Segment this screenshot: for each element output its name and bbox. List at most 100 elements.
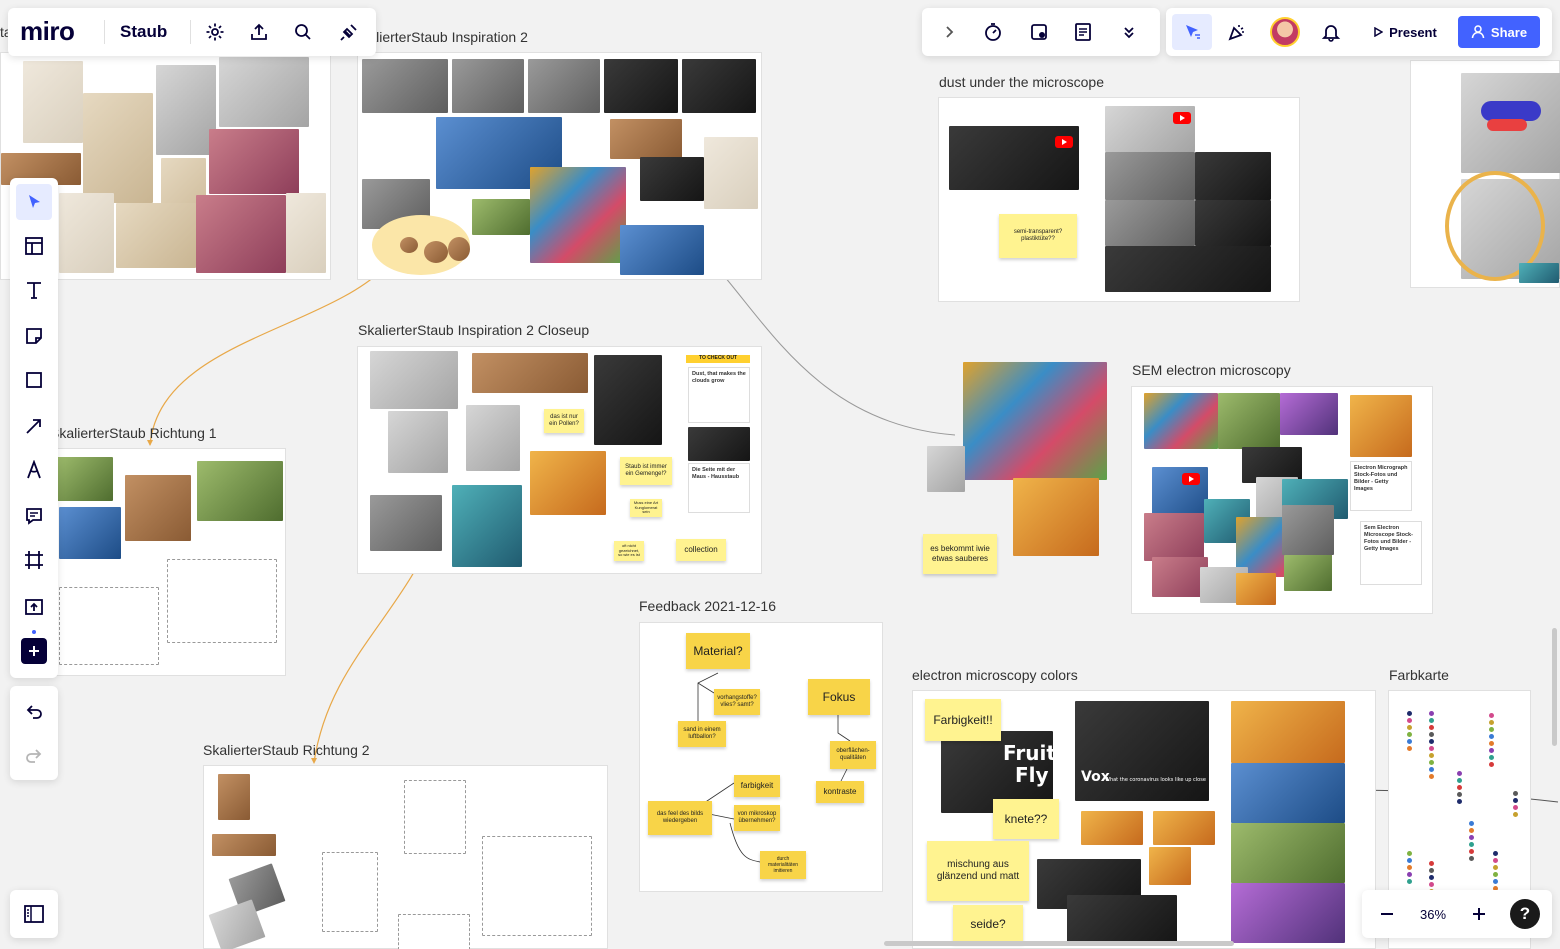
sticky-note[interactable]: knete??	[993, 799, 1059, 839]
reactions-button[interactable]	[1222, 17, 1252, 47]
color-swatch-dot[interactable]	[1407, 865, 1412, 870]
pen-tool[interactable]	[16, 452, 52, 488]
image[interactable]	[927, 446, 965, 492]
frame-closeup[interactable]: das ist nur ein Pollen? Staub ist immer …	[357, 346, 762, 574]
notes-button[interactable]	[1068, 17, 1098, 47]
video-thumbnail[interactable]	[949, 126, 1079, 190]
image[interactable]	[604, 59, 678, 113]
image[interactable]	[1013, 478, 1099, 556]
sticky-note[interactable]: oft nicht gezeichnet, so wie es ist	[614, 541, 644, 561]
frame-title[interactable]: dust under the microscope	[939, 74, 1104, 90]
search-button[interactable]	[288, 17, 318, 47]
color-swatch-dot[interactable]	[1429, 882, 1434, 887]
color-swatch-dot[interactable]	[1407, 858, 1412, 863]
sticky-note[interactable]: kontraste	[816, 781, 864, 803]
image[interactable]	[452, 485, 522, 567]
color-swatch-dot[interactable]	[1457, 771, 1462, 776]
image[interactable]	[1231, 701, 1345, 763]
image[interactable]	[688, 427, 750, 461]
image[interactable]	[156, 65, 216, 155]
color-swatch-dot[interactable]	[1407, 739, 1412, 744]
image[interactable]	[218, 774, 250, 820]
color-swatch-dot[interactable]	[1457, 778, 1462, 783]
user-avatar[interactable]	[1270, 17, 1300, 47]
color-swatch-dot[interactable]	[1469, 835, 1474, 840]
frame-title[interactable]: Feedback 2021-12-16	[639, 598, 776, 614]
sticky-note[interactable]: farbigkeit	[734, 775, 780, 797]
color-swatch-dot[interactable]	[1407, 879, 1412, 884]
color-swatch-dot[interactable]	[1429, 875, 1434, 880]
image[interactable]	[219, 57, 309, 127]
color-swatch-dot[interactable]	[1489, 720, 1494, 725]
shape[interactable]	[1487, 119, 1527, 131]
color-swatch-dot[interactable]	[1469, 842, 1474, 847]
image[interactable]	[1152, 467, 1208, 519]
color-swatch-dot[interactable]	[1407, 746, 1412, 751]
sticky-note[interactable]: Muss eine Art Kunglomerat sein	[630, 499, 662, 517]
color-swatch-dot[interactable]	[1489, 762, 1494, 767]
color-swatch-dot[interactable]	[1493, 872, 1498, 877]
frame-title[interactable]: SkalierterStaub Inspiration 2 Closeup	[358, 322, 589, 338]
connection-line-tool[interactable]	[16, 408, 52, 444]
color-swatch-dot[interactable]	[1469, 821, 1474, 826]
image[interactable]	[209, 129, 299, 194]
horizontal-scrollbar[interactable]	[884, 941, 1234, 946]
image[interactable]	[362, 59, 448, 113]
document-card[interactable]: Dust, that makes the clouds grow	[688, 367, 750, 423]
sticky-note[interactable]: mischung aus glänzend und matt	[927, 841, 1029, 901]
sticky-note[interactable]: seide?	[953, 905, 1023, 943]
sticky-note[interactable]: das feel des bilds wiedergeben	[648, 801, 712, 835]
sticky-note[interactable]: Staub ist immer ein Gemenge!?	[620, 457, 672, 485]
color-swatch-dot[interactable]	[1407, 732, 1412, 737]
select-tool[interactable]	[16, 184, 52, 220]
image[interactable]	[1105, 106, 1195, 152]
image[interactable]	[1231, 823, 1345, 883]
comment-tool[interactable]	[16, 498, 52, 534]
shape[interactable]	[1481, 101, 1541, 121]
image[interactable]	[704, 137, 758, 209]
sticky-note[interactable]: es bekommt iwie etwas sauberes	[923, 534, 997, 574]
video-thumbnail[interactable]: Vox What the coronavirus looks like up c…	[1075, 701, 1209, 801]
frame-title[interactable]: electron microscopy colors	[912, 667, 1078, 683]
image[interactable]	[1195, 200, 1271, 246]
image[interactable]	[1153, 811, 1215, 845]
sticky-note[interactable]: von mikroskop übernehmen?	[734, 805, 780, 831]
video-thumbnail[interactable]	[1067, 895, 1177, 945]
color-swatch-dot[interactable]	[1457, 799, 1462, 804]
image[interactable]	[1144, 513, 1204, 561]
color-swatch-dot[interactable]	[1407, 718, 1412, 723]
color-swatch-dot[interactable]	[1493, 858, 1498, 863]
color-swatch-dot[interactable]	[1489, 741, 1494, 746]
sticky-note[interactable]: durch materialitäten imitieren	[760, 851, 806, 879]
color-swatch-dot[interactable]	[1493, 851, 1498, 856]
sketch[interactable]	[404, 780, 466, 854]
image[interactable]	[530, 167, 626, 263]
sticky-note[interactable]: oberflächen-qualitäten	[830, 741, 876, 769]
sketch[interactable]	[167, 559, 277, 643]
image[interactable]	[197, 461, 283, 521]
vertical-scrollbar[interactable]	[1552, 628, 1557, 746]
image[interactable]	[1149, 847, 1191, 885]
image[interactable]	[1231, 763, 1345, 823]
color-swatch-dot[interactable]	[1407, 725, 1412, 730]
document-card[interactable]: Die Seite mit der Maus - Hausstaub	[688, 463, 750, 513]
image[interactable]	[448, 237, 470, 261]
timer-button[interactable]	[978, 17, 1008, 47]
image[interactable]	[59, 507, 121, 559]
expand-button[interactable]	[934, 17, 964, 47]
share-button[interactable]: Share	[1458, 16, 1540, 48]
sketch[interactable]	[482, 836, 592, 936]
color-swatch-dot[interactable]	[1429, 760, 1434, 765]
image[interactable]	[1195, 152, 1271, 200]
color-swatch-dot[interactable]	[1429, 767, 1434, 772]
sketch[interactable]	[398, 914, 470, 949]
notifications-button[interactable]	[1316, 17, 1346, 47]
sticky-note[interactable]: Farbigkeit!!	[925, 699, 1001, 741]
image[interactable]	[424, 241, 448, 263]
sticky-note[interactable]: collection	[676, 539, 726, 561]
color-swatch-dot[interactable]	[1429, 711, 1434, 716]
sticky-note[interactable]: Material?	[686, 633, 750, 669]
cursor-follow-button[interactable]	[1172, 14, 1212, 50]
image[interactable]	[640, 157, 704, 201]
color-swatch-dot[interactable]	[1457, 785, 1462, 790]
